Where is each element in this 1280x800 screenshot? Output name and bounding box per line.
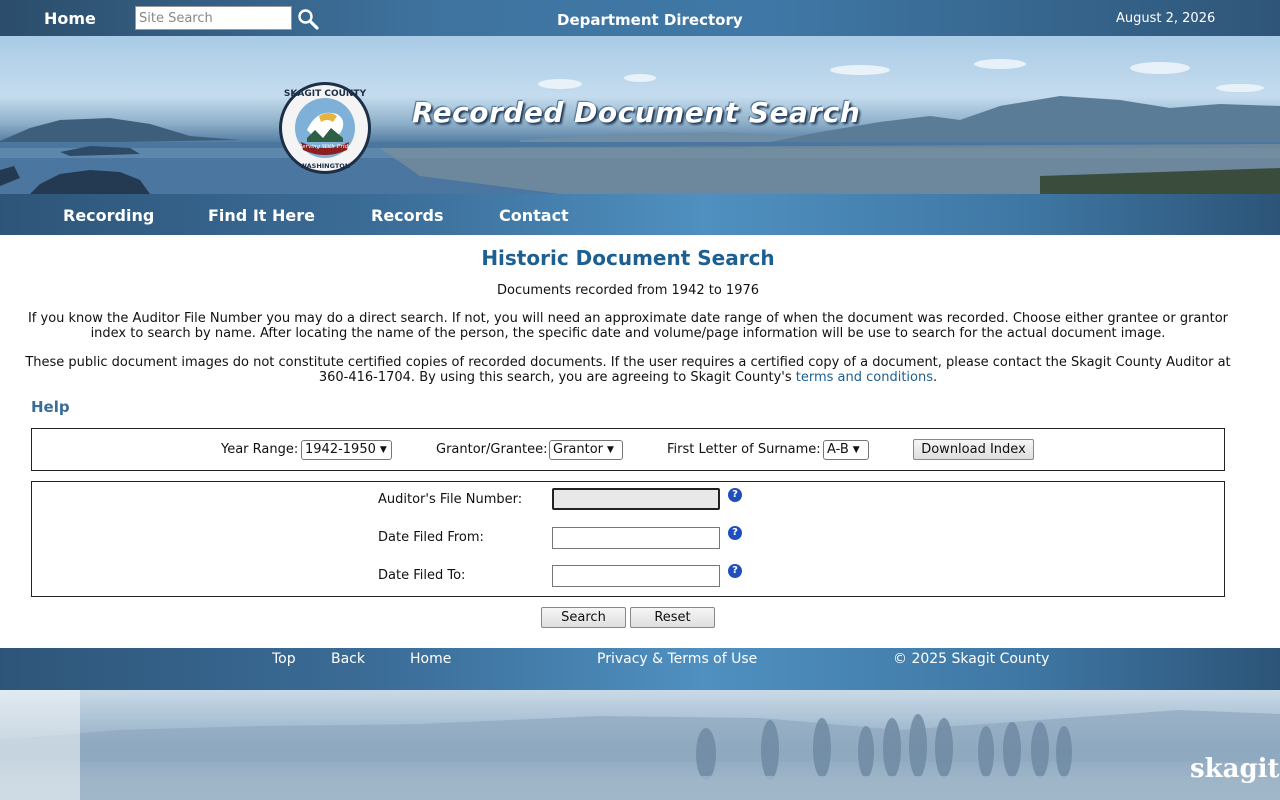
county-seal-logo: SKAGIT COUNTY Serving With Pride WASHING…	[277, 80, 373, 180]
notice-line-2-text: 360-416-1704. By using this search, you …	[318, 370, 792, 385]
year-range-label: Year Range:	[221, 442, 299, 457]
footer-brand-logo: skagitco	[1190, 754, 1280, 784]
top-bar: Home Department Directory August 2, 2026	[0, 0, 1280, 36]
surname-letter-value: A-B	[827, 442, 849, 457]
notice-line-1: These public document images do not cons…	[25, 355, 1231, 370]
department-directory-link[interactable]: Department Directory	[557, 11, 743, 29]
nav-recording[interactable]: Recording	[63, 206, 154, 225]
grantor-grantee-select[interactable]: Grantor ▼	[549, 440, 623, 460]
seal-ribbon-text: Serving With Pride	[298, 144, 352, 150]
footer-privacy-link[interactable]: Privacy & Terms of Use	[597, 651, 757, 667]
notice-line-2-end: .	[933, 370, 938, 385]
question-icon[interactable]: ?	[728, 526, 742, 540]
chevron-down-icon: ▼	[607, 445, 614, 455]
index-download-form: Year Range: 1942-1950 ▼ Grantor/Grantee: …	[31, 428, 1225, 471]
year-range-select[interactable]: 1942-1950 ▼	[301, 440, 392, 460]
chevron-down-icon: ▼	[852, 445, 860, 455]
chevron-down-icon: ▼	[379, 445, 387, 455]
footer-copyright: © 2025 Skagit County	[893, 651, 1050, 667]
question-icon[interactable]: ?	[728, 564, 742, 578]
intro-paragraph: If you know the Auditor File Number you …	[0, 311, 1256, 341]
date-from-label: Date Filed From:	[378, 530, 484, 545]
question-icon[interactable]: ?	[728, 488, 742, 502]
site-search-input[interactable]	[135, 6, 292, 30]
file-number-input[interactable]	[552, 488, 720, 510]
year-range-value: 1942-1950	[305, 442, 376, 457]
search-icon[interactable]	[296, 7, 320, 31]
seal-top-text: SKAGIT COUNTY	[284, 89, 367, 99]
surname-letter-select[interactable]: A-B ▼	[823, 440, 869, 460]
home-link[interactable]: Home	[44, 9, 96, 28]
date-from-input[interactable]	[552, 527, 720, 549]
landscape-image	[0, 690, 1280, 800]
grantor-grantee-label: Grantor/Grantee:	[436, 442, 548, 457]
download-index-button[interactable]: Download Index	[913, 439, 1034, 460]
intro-line-1: If you know the Auditor File Number you …	[27, 311, 1229, 326]
help-link[interactable]: Help	[31, 398, 70, 416]
notice-paragraph: These public document images do not cons…	[0, 355, 1256, 385]
footer-bar: Top Back Home Privacy & Terms of Use © 2…	[0, 648, 1280, 690]
footer-back-link[interactable]: Back	[331, 651, 365, 667]
footer-landscape-image: skagitco	[0, 690, 1280, 800]
date-to-label: Date Filed To:	[378, 568, 466, 583]
reset-button[interactable]: Reset	[630, 607, 715, 628]
nav-find-it-here[interactable]: Find It Here	[208, 206, 315, 225]
surname-letter-label: First Letter of Surname:	[667, 442, 821, 457]
footer-top-link[interactable]: Top	[272, 651, 296, 667]
grantor-grantee-value: Grantor	[553, 442, 604, 457]
banner-title: Recorded Document Search	[412, 96, 861, 129]
nav-contact[interactable]: Contact	[499, 206, 569, 225]
page-title: Historic Document Search	[481, 246, 775, 270]
footer-home-link[interactable]: Home	[410, 651, 451, 667]
date-range-subtitle: Documents recorded from 1942 to 1976	[496, 283, 760, 298]
terms-link[interactable]: terms and conditions	[796, 370, 933, 385]
notice-line-2: 360-416-1704. By using this search, you …	[0, 370, 1256, 385]
date-to-input[interactable]	[552, 565, 720, 587]
document-search-form: Auditor's File Number: ? Date Filed From…	[31, 481, 1225, 597]
nav-records[interactable]: Records	[371, 206, 444, 225]
search-button[interactable]: Search	[541, 607, 626, 628]
intro-line-2: index to search by name. After locating …	[90, 326, 1166, 341]
current-date: August 2, 2026	[1116, 11, 1216, 26]
file-number-label: Auditor's File Number:	[378, 492, 523, 507]
seal-bottom-text: WASHINGTON	[300, 162, 351, 170]
main-nav: Recording Find It Here Records Contact	[0, 194, 1280, 235]
header-banner: SKAGIT COUNTY Serving With Pride WASHING…	[0, 36, 1280, 194]
